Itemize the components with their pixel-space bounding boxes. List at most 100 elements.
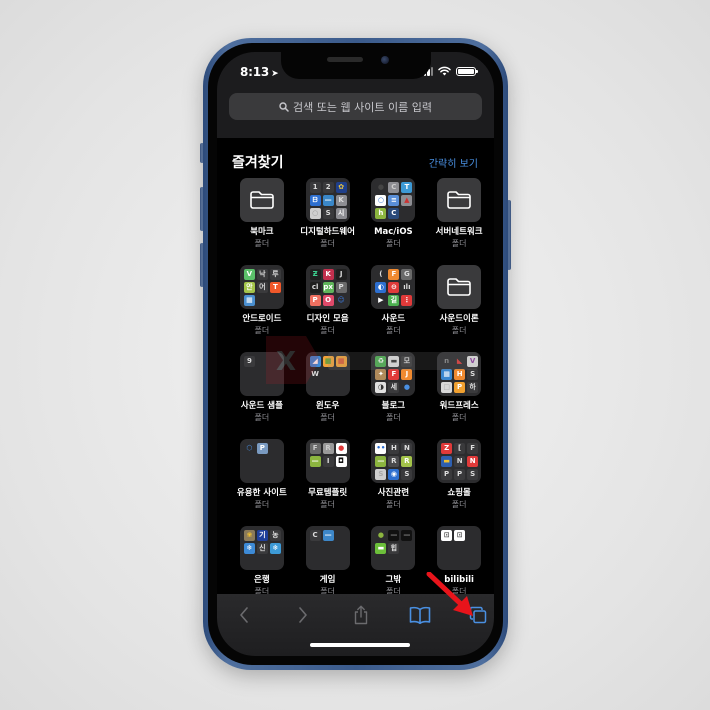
favicon-grid-tile[interactable]: ⊡ ⊡ bbox=[437, 526, 482, 570]
folder-tile[interactable] bbox=[239, 178, 284, 222]
favorite-item[interactable]: •• H N — R R S ◉ S 사진관련 폴더 bbox=[361, 439, 427, 526]
favorite-name: bilibili bbox=[444, 575, 474, 585]
favicon-icon: ⋮ bbox=[401, 295, 413, 306]
tabs-button[interactable] bbox=[465, 604, 491, 626]
folder-tile[interactable] bbox=[437, 178, 482, 222]
address-search-bar[interactable]: 검색 또는 웹 사이트 이름 입력 bbox=[229, 93, 482, 120]
favicon-icon: ▶ bbox=[375, 295, 387, 306]
favicon-icon: — bbox=[388, 530, 400, 541]
favorite-item[interactable]: ◢ ▦ ▦ W 윈도우 폴더 bbox=[295, 352, 361, 439]
favorite-item[interactable]: ♻ ▬ 모 ✦ F J ◑ 세 ● 블로그 폴더 bbox=[361, 352, 427, 439]
favorite-name: 윈도우 bbox=[315, 401, 340, 411]
favorite-item[interactable]: 1 2 ✿ ᗷ — K ○ S 시 디지털하드웨어 폴더 bbox=[295, 178, 361, 265]
bookmarks-button[interactable] bbox=[407, 604, 433, 626]
favorite-type: 폴더 bbox=[320, 326, 335, 335]
wifi-icon bbox=[438, 66, 451, 76]
favicon-icon: T bbox=[269, 282, 281, 293]
folder-tile[interactable] bbox=[437, 265, 482, 309]
favicon-icon: F bbox=[467, 443, 479, 454]
favorite-item[interactable]: n ◣ V ▦ H S □ P 하 워드프레스 폴더 bbox=[426, 352, 492, 439]
favicon-icon: 기 bbox=[256, 530, 268, 541]
favorite-type: 폴더 bbox=[386, 500, 401, 509]
favicon-icon: ▦ bbox=[441, 369, 453, 380]
favicon-icon: 신 bbox=[256, 543, 268, 554]
forward-button[interactable] bbox=[290, 604, 316, 626]
folder-icon bbox=[250, 191, 274, 209]
favicon-icon: — bbox=[401, 530, 413, 541]
favicon-grid-tile[interactable]: ● — — ▬ 힙 bbox=[371, 526, 416, 570]
favorite-name: 사운드이론 bbox=[439, 314, 479, 324]
screen: 8:13 ➤ 검색 또는 웹 사이트 이름 입력 즐겨찾기 간략히 보기 북마크… bbox=[217, 52, 494, 656]
favorite-item[interactable]: (F G ◐ ⊖ ılı ▶ 길 ⋮ 사운드 폴더 bbox=[361, 265, 427, 352]
favicon-grid-tile[interactable]: •• H N — R R S ◉ S bbox=[371, 439, 416, 483]
favicon-grid-tile[interactable]: Z[F ▬ N N P P S bbox=[437, 439, 482, 483]
favicon-icon: 힙 bbox=[388, 543, 400, 554]
favicon-grid-tile[interactable]: ● C T ○ ≡ ▲ h C bbox=[371, 178, 416, 222]
favicon-grid-tile[interactable]: V 낙 루 안 어 T ▦ bbox=[239, 265, 284, 309]
favicon-icon: h bbox=[375, 208, 387, 219]
favicon-icon: ● bbox=[401, 382, 413, 393]
favicon-icon: N bbox=[454, 456, 466, 467]
favicon-icon: ▲ bbox=[401, 195, 413, 206]
favicon-icon: 낙 bbox=[256, 269, 268, 280]
favicon-icon: [ bbox=[454, 443, 466, 454]
favorite-name: 워드프레스 bbox=[439, 401, 479, 411]
favicon-icon: ✿ bbox=[335, 182, 347, 193]
favicon-icon: W bbox=[309, 369, 321, 380]
favicon-icon: 농 bbox=[269, 530, 281, 541]
show-less-link[interactable]: 간략히 보기 bbox=[429, 155, 478, 170]
favorite-item[interactable]: Z[F ▬ N N P P S 쇼핑몰 폴더 bbox=[426, 439, 492, 526]
favicon-icon: ○ bbox=[375, 195, 387, 206]
favorite-item[interactable]: ● C T ○ ≡ ▲ h C Mac/iOS 폴더 bbox=[361, 178, 427, 265]
favorite-item[interactable]: 서버네트워크 폴더 bbox=[426, 178, 492, 265]
favicon-grid-tile[interactable]: 1 2 ✿ ᗷ — K ○ S 시 bbox=[305, 178, 350, 222]
phone-bezel: 8:13 ➤ 검색 또는 웹 사이트 이름 입력 즐겨찾기 간략히 보기 북마크… bbox=[208, 43, 503, 665]
favicon-grid-tile[interactable]: n ◣ V ▦ H S □ P 하 bbox=[437, 352, 482, 396]
favicon-icon: ▬ bbox=[375, 543, 387, 554]
favorite-item[interactable]: V 낙 루 안 어 T ▦ 안드로이드 폴더 bbox=[229, 265, 295, 352]
favicon-grid-tile[interactable]: C — bbox=[305, 526, 350, 570]
favicon-icon: ▬ bbox=[388, 356, 400, 367]
favicon-icon: ○ bbox=[309, 208, 321, 219]
favorites-title: 즐겨찾기 bbox=[232, 155, 284, 171]
favicon-icon: ▦ bbox=[322, 356, 334, 367]
favicon-icon: ᗷ bbox=[309, 195, 321, 206]
favicon-grid-tile[interactable]: ◢ ▦ ▦ W bbox=[305, 352, 350, 396]
favicon-grid-tile[interactable]: F R ● — I ◘ bbox=[305, 439, 350, 483]
favorite-item[interactable]: ⬡ P 유용한 사이트 폴더 bbox=[229, 439, 295, 526]
favicon-icon: 9 bbox=[243, 356, 255, 367]
favicon-icon: Ƶ bbox=[309, 269, 321, 280]
favicon-icon: P bbox=[454, 469, 466, 480]
favicon-grid-tile[interactable]: 9 bbox=[239, 352, 284, 396]
share-button[interactable] bbox=[348, 604, 374, 626]
favorite-item[interactable]: 9 사운드 샘플 폴더 bbox=[229, 352, 295, 439]
back-button[interactable] bbox=[231, 604, 257, 626]
favicon-icon: P bbox=[256, 443, 268, 454]
favicon-icon: C bbox=[388, 182, 400, 193]
favicon-icon: ● bbox=[375, 530, 387, 541]
favicon-grid-tile[interactable]: Ƶ K Jcl px P P O ☺ bbox=[305, 265, 350, 309]
favorite-type: 폴더 bbox=[320, 500, 335, 509]
favicon-icon: H bbox=[388, 443, 400, 454]
favorite-type: 폴더 bbox=[386, 413, 401, 422]
favicon-icon: K bbox=[335, 195, 347, 206]
tabs-icon bbox=[469, 606, 487, 624]
favicon-grid-tile[interactable]: (F G ◐ ⊖ ılı ▶ 길 ⋮ bbox=[371, 265, 416, 309]
favicon-icon: V bbox=[243, 269, 255, 280]
favicon-grid-tile[interactable]: ♻ ▬ 모 ✦ F J ◑ 세 ● bbox=[371, 352, 416, 396]
time-text: 8:13 bbox=[240, 65, 270, 79]
favorites-grid: 북마크 폴더 1 2 ✿ ᗷ — K ○ S 시 디지털하드웨어 폴더 ● C T ○ ≡ ▲ h C Mac/iOS 폴더… bbox=[229, 178, 492, 613]
favicon-grid-tile[interactable]: ⬡ P bbox=[239, 439, 284, 483]
favicon-icon: S bbox=[467, 369, 479, 380]
share-icon bbox=[354, 605, 368, 625]
favorite-item[interactable]: F R ● — I ◘ 무료템플릿 폴더 bbox=[295, 439, 361, 526]
favorite-name: 사운드 샘플 bbox=[240, 401, 283, 411]
favicon-icon: 안 bbox=[243, 282, 255, 293]
favicon-icon: ◑ bbox=[375, 382, 387, 393]
favicon-grid-tile[interactable]: ❀ 기 농 ❄ 신 ❄ bbox=[239, 526, 284, 570]
favorite-name: Mac/iOS bbox=[374, 227, 413, 237]
favorite-item[interactable]: 북마크 폴더 bbox=[229, 178, 295, 265]
favorite-item[interactable]: 사운드이론 폴더 bbox=[426, 265, 492, 352]
favorite-item[interactable]: Ƶ K Jcl px P P O ☺ 디자인 모음 폴더 bbox=[295, 265, 361, 352]
favorite-type: 폴더 bbox=[320, 239, 335, 248]
